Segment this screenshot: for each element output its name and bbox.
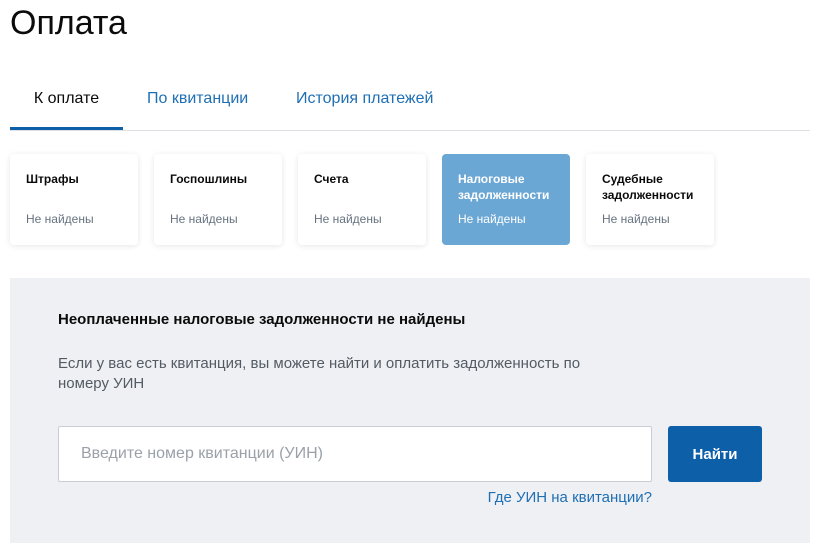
tab-to-pay[interactable]: К оплате [10,84,123,130]
find-button[interactable]: Найти [668,426,762,482]
category-card-court-debts[interactable]: Судебные задолженности Не найдены [586,154,714,245]
uin-input[interactable] [58,426,652,482]
tab-payment-history[interactable]: История платежей [296,84,433,130]
category-card-tax-debts[interactable]: Налоговые задолженности Не найдены [442,154,570,245]
panel-heading: Неоплаченные налоговые задолженности не … [58,311,466,328]
category-card-title: Госпошлины [170,172,248,186]
category-card-fines[interactable]: Штрафы Не найдены [10,154,138,245]
category-card-status: Не найдены [314,212,382,226]
category-card-title: Судебные задолженности [602,172,694,202]
category-card-status: Не найдены [458,212,526,226]
tab-by-receipt[interactable]: По квитанции [147,84,248,130]
category-card-title: Штрафы [26,172,79,186]
category-card-status: Не найдены [170,212,238,226]
category-card-status: Не найдены [602,212,670,226]
payment-tabs: К оплате По квитанции История платежей [10,84,810,131]
category-card-invoices[interactable]: Счета Не найдены [298,154,426,245]
category-card-title: Счета [314,172,349,186]
panel-description: Если у вас есть квитанция, вы можете най… [58,355,581,392]
category-card-status: Не найдены [26,212,94,226]
payment-category-cards: Штрафы Не найдены Госпошлины Не найдены … [10,154,730,246]
tax-debts-panel: Неоплаченные налоговые задолженности не … [10,278,810,543]
page-title: Оплата [10,4,127,42]
category-card-title: Налоговые задолженности [458,172,550,202]
category-card-state-duties[interactable]: Госпошлины Не найдены [154,154,282,245]
uin-help-link[interactable]: Где УИН на квитанции? [477,489,652,506]
